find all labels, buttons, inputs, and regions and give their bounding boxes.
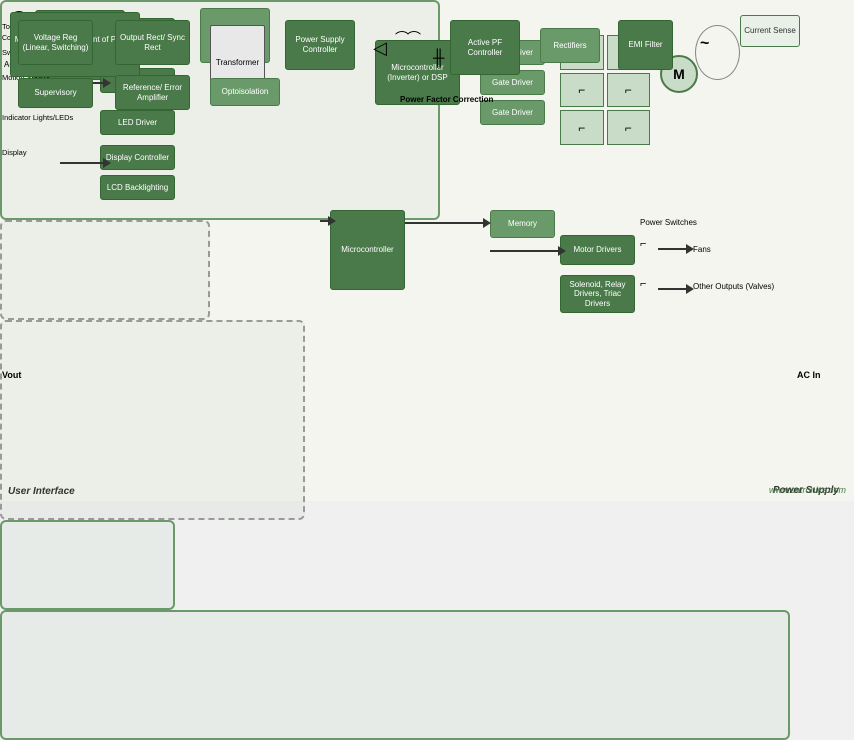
switch-symbol-1: ⌐ bbox=[640, 238, 646, 250]
arrow-mcu-motors bbox=[490, 250, 560, 252]
output-rect-box: Output Rect/ Sync Rect bbox=[115, 20, 190, 65]
fans-label: Fans bbox=[693, 245, 711, 254]
emi-filter-box: EMI Filter bbox=[618, 20, 673, 70]
display-controller-box: Display Controller bbox=[100, 145, 175, 170]
arrow-display-controller bbox=[60, 162, 105, 164]
arrow-input-mcu bbox=[320, 220, 330, 222]
watermark: www.cntronics.com bbox=[769, 485, 846, 495]
diode-symbol: ◁ bbox=[365, 28, 395, 68]
comm-section: Communication ⌒ RF (ZigBee) Transceiver … bbox=[0, 220, 210, 320]
current-sense-box: Current Sense bbox=[740, 15, 800, 47]
ui-section: User Interface Touch Sensor PIR Sensor L… bbox=[0, 320, 305, 520]
switch-symbol-2: ⌐ bbox=[640, 278, 646, 290]
arrow-mcu-memory bbox=[405, 222, 485, 224]
inductor-symbol: ⌒⌒ bbox=[395, 28, 435, 48]
led-driver-box: LED Driver bbox=[100, 110, 175, 135]
metrology-section: Metrology Metering (Measurement of Power… bbox=[0, 520, 175, 610]
capacitor-symbol: ╫ bbox=[433, 50, 444, 68]
memory-box: Memory bbox=[490, 210, 555, 238]
switch-cell-5: ⌐ bbox=[560, 110, 604, 145]
rectifiers-box: Rectifiers bbox=[540, 28, 600, 63]
power-supply-controller-box: Power Supply Controller bbox=[285, 20, 355, 70]
main-microcontroller-box: Microcontroller bbox=[330, 210, 405, 290]
ac-circle bbox=[695, 25, 740, 80]
active-pf-box: Active PF Controller bbox=[450, 20, 520, 75]
pfc-label: Power Factor Correction bbox=[400, 95, 493, 104]
optoisolation-box: Optoisolation bbox=[210, 78, 280, 106]
arrow-fans bbox=[658, 248, 688, 250]
voltage-reg-box: Voltage Reg (Linear, Switching) bbox=[18, 20, 93, 65]
switch-cell-6: ⌐ bbox=[607, 110, 651, 145]
motor-drivers-box: Motor Drivers bbox=[560, 235, 635, 265]
switch-cell-4: ⌐ bbox=[607, 73, 651, 108]
solenoid-relay-box: Solenoid, Relay Drivers, Triac Drivers bbox=[560, 275, 635, 313]
arrow-outputs bbox=[658, 288, 688, 290]
power-switches-label: Power Switches bbox=[640, 218, 697, 227]
power-supply-section: Power Supply Voltage Reg (Linear, Switch… bbox=[0, 610, 790, 740]
reference-error-box: Reference/ Error Amplifier bbox=[115, 75, 190, 110]
ui-label: User Interface bbox=[8, 486, 75, 497]
switch-cell-3: ⌐ bbox=[560, 73, 604, 108]
vout-label: Vout bbox=[2, 370, 21, 380]
indicator-lights-label: Indicator Lights/LEDs bbox=[2, 113, 73, 122]
main-diagram: Motor Drive Communication ⌒ RF (ZigBee) … bbox=[0, 0, 854, 501]
lcd-backlighting-box: LCD Backlighting bbox=[100, 175, 175, 200]
ac-in-label: AC In bbox=[797, 370, 821, 380]
other-outputs-label: Other Outputs (Valves) bbox=[693, 282, 774, 291]
supervisory-box: Supervisory bbox=[18, 78, 93, 108]
display-label: Display bbox=[2, 148, 27, 157]
